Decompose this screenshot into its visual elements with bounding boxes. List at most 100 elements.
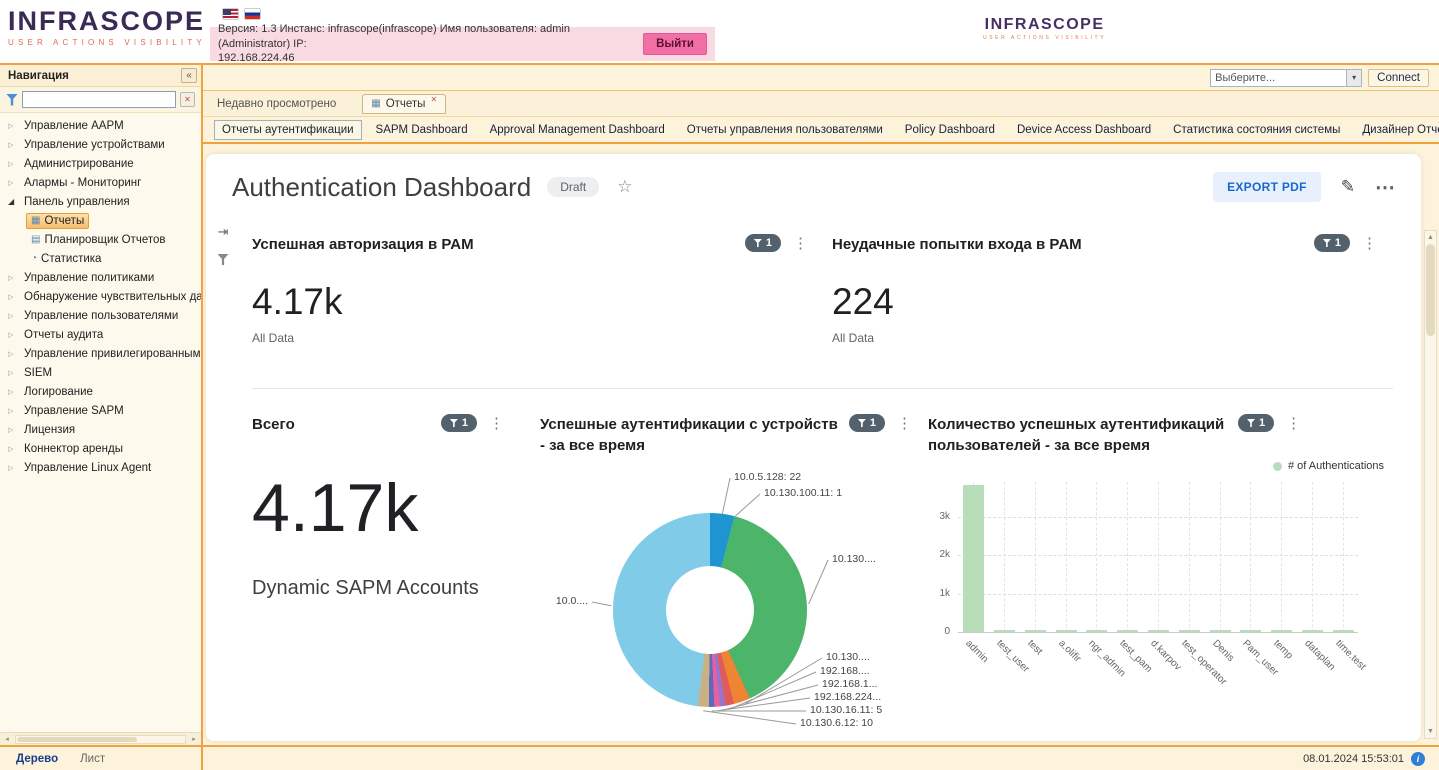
kebab-menu-icon[interactable]: ⋮: [793, 234, 808, 252]
bar-chart-vgridline: [1035, 482, 1036, 632]
scroll-up-button[interactable]: ▲: [1425, 231, 1436, 244]
sidebar-item[interactable]: ◢Панель управления: [0, 192, 201, 211]
sidebar-item[interactable]: ▷Алармы - Мониторинг: [0, 173, 201, 192]
sidebar-item[interactable]: ▷Управление пользователями: [0, 306, 201, 325]
sidebar-scrollbar-track[interactable]: [15, 735, 186, 744]
sidebar-item[interactable]: ▤Планировщик Отчетов: [0, 230, 201, 249]
report-tab[interactable]: Device Access Dashboard: [1009, 120, 1159, 140]
tree-expand-arrow-icon[interactable]: ▷: [8, 141, 19, 149]
tree-expand-arrow-icon[interactable]: ▷: [8, 312, 19, 320]
clear-search-button[interactable]: ✕: [180, 92, 195, 107]
sidebar-item[interactable]: ▷Логирование: [0, 382, 201, 401]
filter-badge[interactable]: 1: [1238, 414, 1274, 432]
sidebar-item[interactable]: ▷Управление AAPM: [0, 116, 201, 135]
tab-list[interactable]: Лист: [80, 753, 105, 765]
panel-header: Неудачные попытки входа в PAM 1 ⋮: [832, 234, 1377, 255]
tree-expand-arrow-icon[interactable]: ▷: [8, 369, 19, 377]
more-options-icon[interactable]: ⋯: [1375, 175, 1395, 200]
sidebar-item[interactable]: ▷Управление устройствами: [0, 135, 201, 154]
kebab-menu-icon[interactable]: ⋮: [1286, 414, 1301, 432]
tree-collapse-arrow-icon[interactable]: ◢: [8, 197, 19, 206]
report-tab[interactable]: Отчеты управления пользователями: [679, 120, 891, 140]
donut-slice-label: 10.0....: [556, 595, 592, 607]
sidebar-item[interactable]: ▷Лицензия: [0, 420, 201, 439]
bar-chart-ytick: 1k: [928, 588, 950, 599]
filter-icon: [450, 419, 458, 427]
tree-expand-arrow-icon[interactable]: ▷: [8, 179, 19, 187]
report-tab[interactable]: SAPM Dashboard: [368, 120, 476, 140]
report-tab[interactable]: Статистика состояния системы: [1165, 120, 1348, 140]
scroll-left-button[interactable]: ◂: [0, 735, 14, 743]
sidebar-item[interactable]: ▷SIEM: [0, 363, 201, 382]
filter-badge[interactable]: 1: [1314, 234, 1350, 252]
tree-expand-arrow-icon[interactable]: ▷: [8, 331, 19, 339]
sidebar-collapse-button[interactable]: «: [181, 68, 197, 83]
report-tab[interactable]: Approval Management Dashboard: [482, 120, 673, 140]
recently-viewed-tab[interactable]: Недавно просмотрено: [217, 98, 336, 110]
sidebar-item[interactable]: ▷Администрирование: [0, 154, 201, 173]
sidebar-item[interactable]: ▷Отчеты аудита: [0, 325, 201, 344]
report-tab[interactable]: Отчеты аутентификации: [214, 120, 362, 140]
sidebar-item-label: Управление привилегированными зада: [24, 348, 201, 360]
dashboard-header-actions: EXPORT PDF ✎ ⋯: [1213, 172, 1395, 202]
sidebar-item[interactable]: ▷Управление SAPM: [0, 401, 201, 420]
tree-expand-arrow-icon[interactable]: ▷: [8, 293, 19, 301]
sidebar-scrollbar-thumb[interactable]: [17, 737, 137, 742]
tree-expand-arrow-icon[interactable]: ▷: [8, 445, 19, 453]
report-tab[interactable]: Policy Dashboard: [897, 120, 1003, 140]
filter-badge[interactable]: 1: [849, 414, 885, 432]
collapse-filter-panel-icon[interactable]: ⇥: [218, 224, 229, 240]
vertical-scrollbar[interactable]: ▲ ▼: [1424, 230, 1437, 739]
bar-chart-xtick: temp: [1271, 638, 1295, 662]
sidebar-item[interactable]: ▷ Обнаружение чувствительных данных: [0, 287, 201, 306]
sidebar-item[interactable]: ▦Отчеты: [0, 211, 201, 230]
ru-flag-icon[interactable]: [244, 8, 261, 20]
sidebar-item[interactable]: ▷Управление Linux Agent: [0, 458, 201, 477]
scroll-right-button[interactable]: ▸: [187, 735, 201, 743]
report-tab[interactable]: Дизайнер Отчетов: [1354, 120, 1439, 140]
filter-badge[interactable]: 1: [441, 414, 477, 432]
filter-badge[interactable]: 1: [745, 234, 781, 252]
sidebar-horizontal-scrollbar[interactable]: ◂ ▸: [0, 732, 201, 745]
sidebar-item[interactable]: ▷ Управление привилегированными зада: [0, 344, 201, 363]
scrollbar-thumb[interactable]: [1426, 244, 1435, 336]
tree-expand-arrow-icon[interactable]: ▷: [8, 122, 19, 130]
favorite-star-icon[interactable]: ☆: [617, 177, 632, 197]
edit-pencil-icon[interactable]: ✎: [1341, 177, 1355, 197]
donut-slice-label: 10.130....: [828, 553, 876, 565]
donut-chart[interactable]: 10.0.5.128: 2210.130.100.11: 110.130....…: [540, 462, 912, 741]
scrollbar-track[interactable]: [1425, 244, 1436, 725]
connect-select[interactable]: Выберите... ▾: [1210, 69, 1362, 87]
sidebar-item-label: Обнаружение чувствительных данных: [24, 291, 201, 303]
close-tab-icon[interactable]: ✕: [430, 95, 437, 104]
export-pdf-button[interactable]: EXPORT PDF: [1213, 172, 1321, 202]
kebab-menu-icon[interactable]: ⋮: [897, 414, 912, 432]
reports-tab[interactable]: ▦ Отчеты ✕: [362, 94, 446, 114]
dashboard-filter-icon[interactable]: [218, 254, 229, 265]
tree-expand-arrow-icon[interactable]: ▷: [8, 274, 19, 282]
chevron-down-icon[interactable]: ▾: [1346, 70, 1361, 86]
sidebar-item[interactable]: ▷Управление политиками: [0, 268, 201, 287]
tree-expand-arrow-icon[interactable]: ▷: [8, 160, 19, 168]
status-info-icon[interactable]: i: [1411, 752, 1425, 766]
tree-expand-arrow-icon[interactable]: ▷: [8, 464, 19, 472]
bar-admin[interactable]: [963, 485, 984, 632]
sidebar-search-input[interactable]: [22, 91, 176, 108]
tree-expand-arrow-icon[interactable]: ▷: [8, 350, 19, 358]
tab-tree[interactable]: Дерево: [16, 753, 58, 765]
connect-button[interactable]: Connect: [1368, 69, 1429, 87]
scroll-down-button[interactable]: ▼: [1425, 725, 1436, 738]
tree-expand-arrow-icon[interactable]: ▷: [8, 426, 19, 434]
us-flag-icon[interactable]: [222, 8, 239, 20]
logout-button[interactable]: Выйти: [643, 33, 707, 55]
bar-chart-plot[interactable]: 01k2k3kadmintest_usertesta.olifirngr_adm…: [928, 474, 1398, 714]
kebab-menu-icon[interactable]: ⋮: [489, 414, 504, 432]
kebab-menu-icon[interactable]: ⋮: [1362, 234, 1377, 252]
sidebar-item-inner: Управление устройствами: [19, 137, 170, 153]
panel-header: Количество успешных аутентификаций польз…: [928, 414, 1398, 456]
sidebar-item[interactable]: ◔Статистика: [0, 249, 201, 268]
donut-slice-label: 192.168.1...: [818, 678, 877, 690]
tree-expand-arrow-icon[interactable]: ▷: [8, 388, 19, 396]
sidebar-item[interactable]: ▷Коннектор аренды: [0, 439, 201, 458]
tree-expand-arrow-icon[interactable]: ▷: [8, 407, 19, 415]
